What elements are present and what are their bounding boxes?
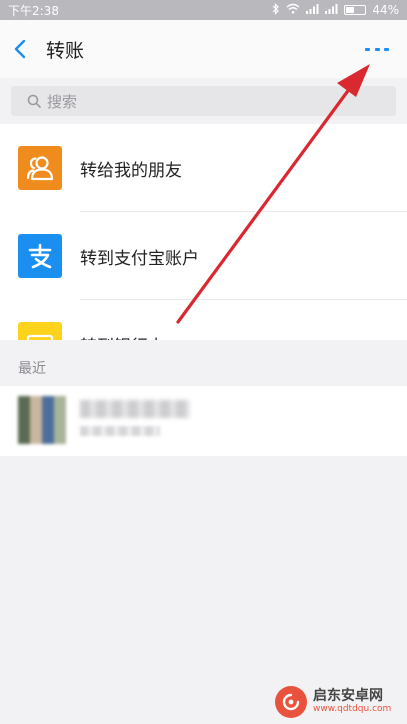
bluetooth-icon xyxy=(272,2,280,18)
contact-name-blurred xyxy=(80,400,190,418)
search-placeholder: 搜索 xyxy=(47,92,78,111)
transfer-screen: 下午2:38 44% 转账 搜索 转给我的朋友 转到支付宝账户 最近 启东安卓网… xyxy=(0,0,407,724)
avatar xyxy=(18,396,66,444)
status-time: 下午2:38 xyxy=(8,3,59,18)
title-bar: 转账 xyxy=(0,20,407,78)
chevron-left-icon xyxy=(14,39,26,59)
more-dots-icon xyxy=(365,47,370,51)
status-icons: 44% xyxy=(272,2,399,18)
wifi-icon xyxy=(286,3,300,17)
contact-account-blurred xyxy=(80,426,160,436)
watermark-logo-icon xyxy=(275,686,307,718)
page-title: 转账 xyxy=(46,39,85,62)
status-bar: 下午2:38 44% xyxy=(0,0,407,20)
watermark: 启东安卓网 www.qdtdqu.com xyxy=(275,685,401,719)
alipay-icon xyxy=(18,234,62,278)
signal-icon-2 xyxy=(325,3,338,17)
more-options-button[interactable] xyxy=(365,42,389,56)
battery-icon xyxy=(344,5,367,15)
battery-percent: 44% xyxy=(372,3,399,17)
contacts-icon xyxy=(18,146,62,190)
transfer-option-label: 转到支付宝账户 xyxy=(80,248,199,269)
watermark-title: 启东安卓网 xyxy=(313,688,383,705)
signal-icon-1 xyxy=(306,3,319,17)
transfer-to-friend[interactable]: 转给我的朋友 xyxy=(0,124,407,212)
transfer-option-label: 转给我的朋友 xyxy=(80,160,182,181)
search-input[interactable]: 搜索 xyxy=(11,86,396,116)
recent-contact-row[interactable] xyxy=(0,386,407,456)
search-bar: 搜索 xyxy=(0,78,407,124)
recent-section-header: 最近 xyxy=(0,340,407,386)
watermark-url: www.qdtdqu.com xyxy=(313,703,392,714)
search-icon xyxy=(27,94,41,108)
transfer-to-alipay[interactable]: 转到支付宝账户 xyxy=(0,212,407,300)
back-button[interactable] xyxy=(0,20,40,78)
